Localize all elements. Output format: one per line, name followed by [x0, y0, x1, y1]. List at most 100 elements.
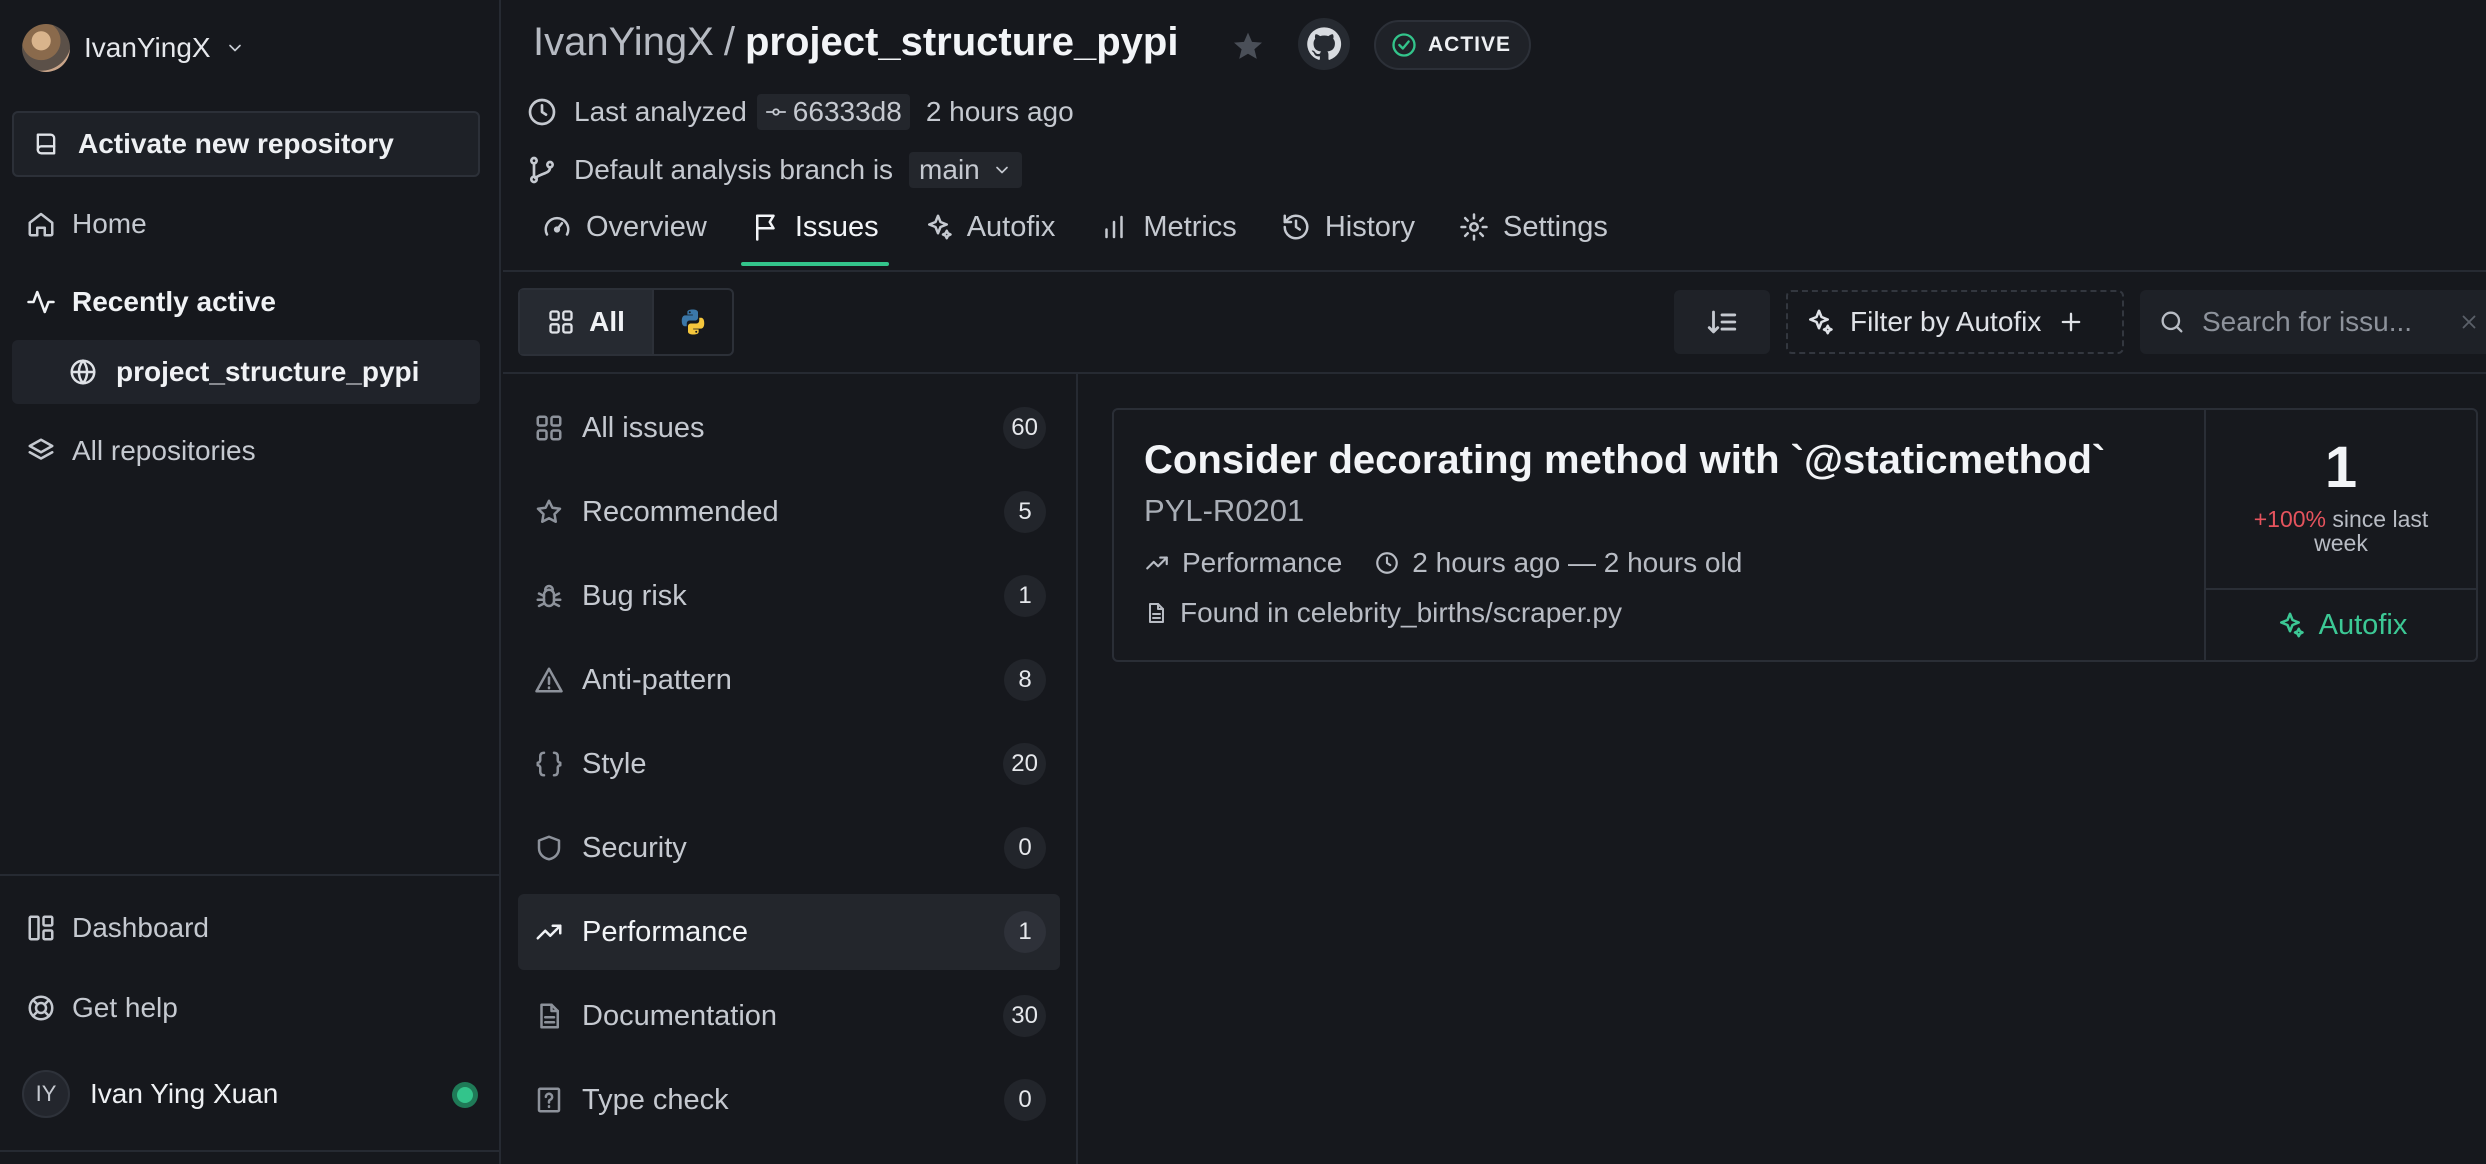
tab-settings[interactable]: Settings [1437, 196, 1630, 258]
repo-owner-link[interactable]: IvanYingX [533, 20, 714, 65]
autofix-button[interactable]: Autofix [2206, 590, 2476, 660]
commit-icon [765, 101, 787, 123]
category-anti-pattern[interactable]: Anti-pattern 8 [518, 642, 1060, 718]
github-icon[interactable] [1298, 18, 1350, 70]
flag-icon [751, 212, 781, 242]
tab-autofix-label: Autofix [966, 210, 1056, 243]
activate-repository-button[interactable]: Activate new repository [12, 111, 480, 177]
category-count: 1 [1004, 575, 1046, 617]
nav-home-label: Home [72, 208, 147, 239]
category-security[interactable]: Security 0 [518, 810, 1060, 886]
category-count: 60 [1003, 407, 1046, 449]
category-recommended[interactable]: Recommended 5 [518, 474, 1060, 550]
commit-hash: 66333d8 [792, 96, 902, 127]
category-label: All issues [582, 411, 705, 444]
repo-name: project_structure_pypi [744, 20, 1179, 64]
tab-metrics[interactable]: Metrics [1077, 196, 1258, 258]
recent-repo-item[interactable]: project_structure_pypi [12, 340, 480, 404]
sparkle-icon [2275, 610, 2305, 640]
tab-history[interactable]: History [1259, 196, 1437, 258]
search-icon [2158, 308, 2186, 336]
sparkle-icon [1804, 307, 1834, 337]
branch-row: Default analysis branch is main [526, 152, 1022, 188]
nav-get-help[interactable]: Get help [26, 992, 178, 1024]
sort-button[interactable] [1674, 290, 1770, 354]
issue-found-in: Found in celebrity_births/scraper.py [1180, 597, 1622, 628]
git-branch-icon [526, 154, 558, 186]
category-label: Documentation [582, 999, 778, 1032]
clock-icon [1374, 550, 1400, 576]
bar-chart-icon [1099, 212, 1129, 242]
trend-text: since last week [2314, 506, 2429, 556]
tab-settings-label: Settings [1503, 210, 1608, 243]
document-icon [534, 1001, 568, 1031]
bug-icon [534, 581, 568, 611]
grid-icon [534, 413, 568, 443]
category-style[interactable]: Style 20 [518, 726, 1060, 802]
repo-tabs: Overview Issues Autofix Metrics History … [520, 196, 1630, 272]
analyzed-time: 2 hours ago [925, 96, 1074, 127]
sidebar: IvanYingX Activate new repository Home R… [0, 0, 501, 1164]
filter-label: Filter by Autofix [1850, 306, 2042, 337]
category-documentation[interactable]: Documentation 30 [518, 978, 1060, 1054]
tab-autofix[interactable]: Autofix [901, 196, 1078, 258]
book-icon [32, 130, 60, 158]
activity-icon [26, 287, 56, 317]
close-icon[interactable] [2458, 311, 2480, 333]
sparkle-icon [923, 212, 953, 242]
warning-icon [534, 665, 568, 695]
file-icon [1144, 601, 1168, 625]
category-bug-risk[interactable]: Bug risk 1 [518, 558, 1060, 634]
category-count: 5 [1004, 491, 1046, 533]
category-label: Anti-pattern [582, 663, 732, 696]
search-input[interactable] [2202, 306, 2442, 338]
chevron-down-icon [992, 160, 1012, 180]
issue-meta: Performance 2 hours ago — 2 hours old [1144, 547, 2105, 579]
branch-selector[interactable]: main [909, 152, 1022, 188]
sidebar-divider [0, 874, 500, 876]
account-switcher[interactable]: IvanYingX [22, 24, 245, 72]
sidebar-bottom-divider [0, 1150, 500, 1152]
account-name: IvanYingX [84, 32, 211, 63]
tab-history-label: History [1324, 210, 1416, 243]
recently-active-label: Recently active [72, 286, 276, 317]
issue-age: 2 hours ago — 2 hours old [1412, 547, 1743, 578]
issue-card[interactable]: Consider decorating method with `@static… [1112, 408, 2478, 662]
toolbar-divider [503, 372, 2486, 374]
category-label: Type check [582, 1083, 729, 1116]
category-all-issues[interactable]: All issues 60 [518, 390, 1060, 466]
language-python-button[interactable] [652, 290, 732, 354]
language-all-button[interactable]: All [520, 290, 652, 354]
grid-icon [547, 308, 575, 336]
nav-all-repositories[interactable]: All repositories [26, 435, 256, 467]
status-badge: ACTIVE [1374, 20, 1532, 70]
issue-location: Found in celebrity_births/scraper.py [1144, 597, 2105, 629]
trending-up-icon [534, 917, 568, 947]
category-type-check[interactable]: Type check 0 [518, 1062, 1060, 1138]
nav-home[interactable]: Home [26, 208, 147, 240]
online-status-icon [452, 1082, 478, 1108]
activate-repository-label: Activate new repository [78, 128, 394, 159]
avatar [22, 24, 70, 72]
trend-percent: +100% [2253, 506, 2326, 532]
filter-by-autofix-button[interactable]: Filter by Autofix [1786, 290, 2124, 354]
user-profile[interactable]: IY Ivan Ying Xuan [22, 1070, 482, 1118]
braces-icon [534, 749, 568, 779]
category-count: 0 [1004, 1079, 1046, 1121]
layers-icon [26, 436, 56, 466]
breadcrumb-separator: / [723, 20, 735, 64]
issue-title[interactable]: Consider decorating method with `@static… [1144, 438, 2105, 483]
tab-overview-label: Overview [586, 210, 707, 243]
tab-issues[interactable]: Issues [729, 196, 901, 266]
tab-overview[interactable]: Overview [520, 196, 729, 258]
lifebuoy-icon [26, 993, 56, 1023]
category-performance[interactable]: Performance 1 [518, 894, 1060, 970]
nav-dashboard[interactable]: Dashboard [26, 912, 209, 944]
check-circle-icon [1390, 31, 1418, 59]
star-icon[interactable] [1232, 30, 1264, 62]
commit-link[interactable]: 66333d8 [756, 94, 910, 130]
category-label: Bug risk [582, 579, 687, 612]
category-count: 30 [1003, 995, 1046, 1037]
tab-issues-label: Issues [794, 210, 879, 243]
nav-get-help-label: Get help [72, 992, 178, 1023]
